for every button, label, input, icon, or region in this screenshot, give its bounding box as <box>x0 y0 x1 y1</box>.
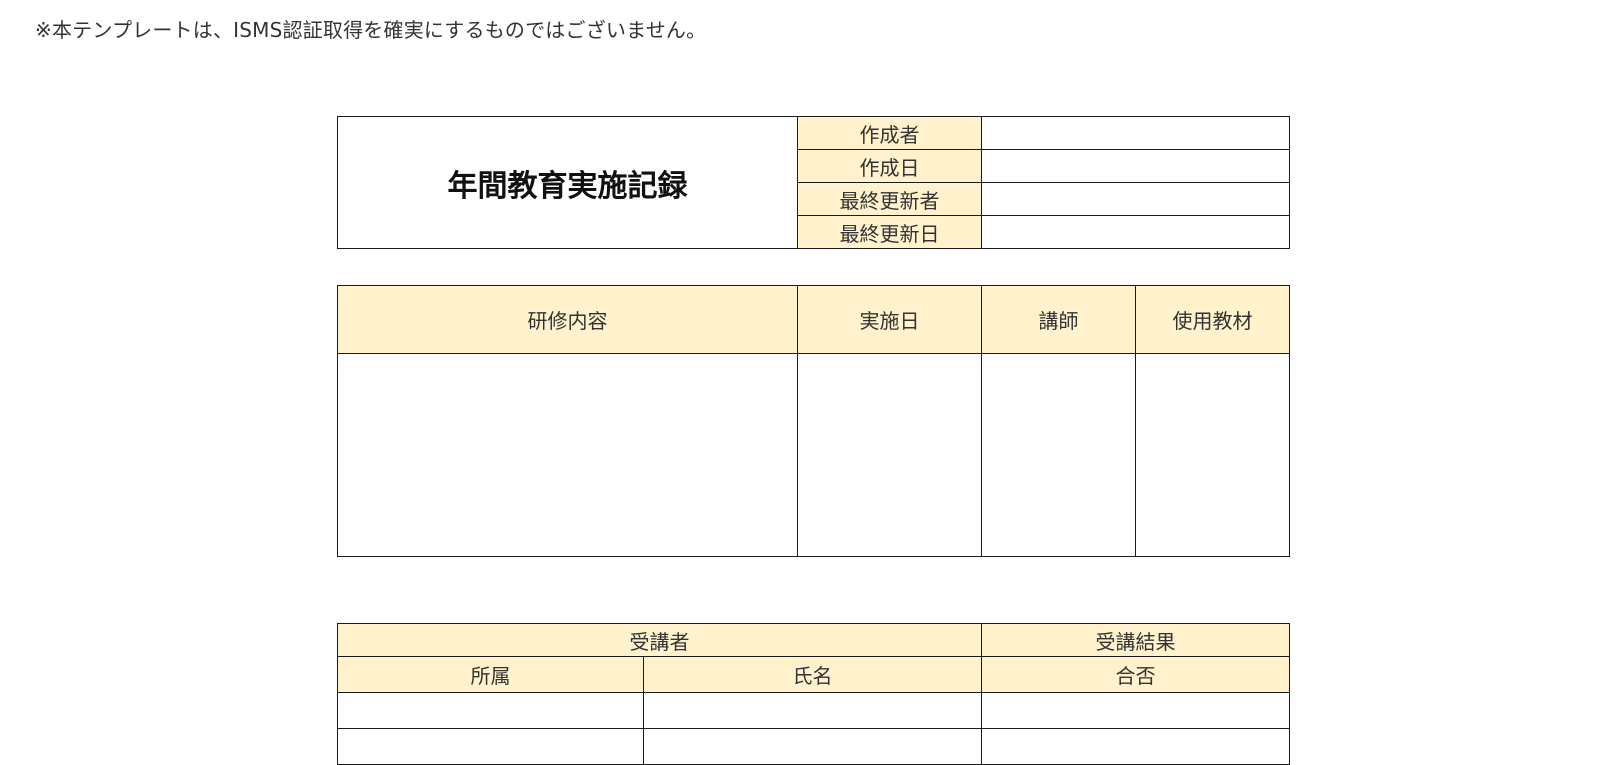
pass-fail-cell[interactable] <box>981 728 1290 765</box>
training-table: 研修内容 実施日 講師 使用教材 <box>337 285 1290 557</box>
name-cell[interactable] <box>643 692 982 729</box>
last-updated-date-label: 最終更新日 <box>797 215 982 249</box>
author-value[interactable] <box>981 116 1290 150</box>
table-row <box>337 692 1290 729</box>
attendee-group-header: 受講者 <box>337 623 982 657</box>
date-cell[interactable] <box>797 353 982 557</box>
instructor-header: 講師 <box>981 285 1136 354</box>
disclaimer-note: ※本テンプレートは、ISMS認証取得を確実にするものではございません。 <box>35 18 707 42</box>
created-date-value[interactable] <box>981 149 1290 183</box>
page-title: 年間教育実施記録 <box>337 116 798 249</box>
result-group-header: 受講結果 <box>981 623 1290 657</box>
pass-fail-header: 合否 <box>981 656 1290 693</box>
name-header: 氏名 <box>643 656 982 693</box>
training-content-header: 研修内容 <box>337 285 798 354</box>
department-cell[interactable] <box>337 692 644 729</box>
created-date-label: 作成日 <box>797 149 982 183</box>
materials-header: 使用教材 <box>1135 285 1290 354</box>
pass-fail-cell[interactable] <box>981 692 1290 729</box>
last-updated-date-value[interactable] <box>981 215 1290 249</box>
name-cell[interactable] <box>643 728 982 765</box>
attendee-table: 受講者 受講結果 所属 氏名 合否 <box>337 623 1290 765</box>
materials-cell[interactable] <box>1135 353 1290 557</box>
last-updater-value[interactable] <box>981 182 1290 216</box>
last-updater-label: 最終更新者 <box>797 182 982 216</box>
author-label: 作成者 <box>797 116 982 150</box>
instructor-cell[interactable] <box>981 353 1136 557</box>
department-header: 所属 <box>337 656 644 693</box>
document-header-table: 年間教育実施記録 作成者 作成日 最終更新者 最終更新日 <box>337 116 1290 249</box>
training-content-cell[interactable] <box>337 353 798 557</box>
date-header: 実施日 <box>797 285 982 354</box>
table-row <box>337 728 1290 765</box>
department-cell[interactable] <box>337 728 644 765</box>
